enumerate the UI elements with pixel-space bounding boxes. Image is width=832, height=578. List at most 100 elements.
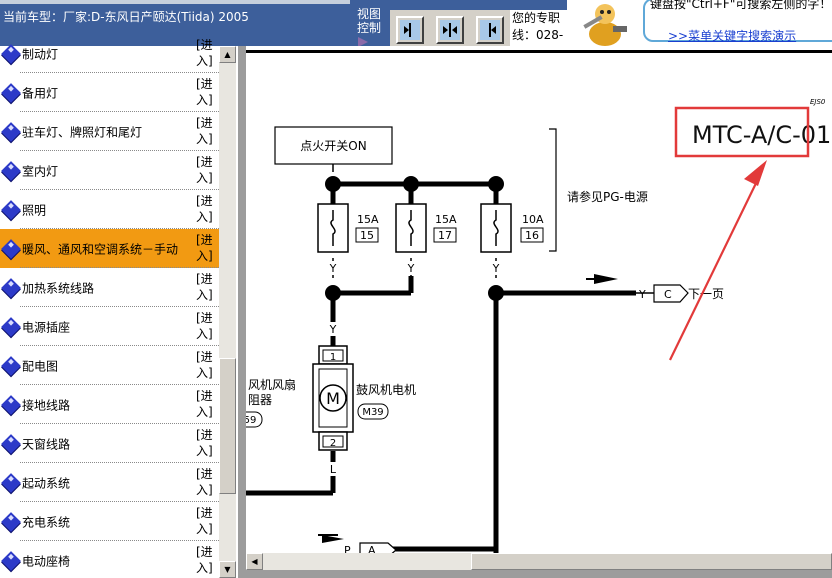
nav-item-label: 驻车灯、牌照灯和尾灯 (22, 125, 143, 139)
nav-item-label: 照明 (22, 203, 47, 217)
view-left-button[interactable] (396, 16, 424, 44)
view-right-button[interactable] (476, 16, 504, 44)
fuse-16 (480, 203, 512, 253)
wire-y-label-1: Y (329, 262, 337, 275)
current-vehicle-label: 当前车型：厂家:D-东风日产颐达(Tiida) 2005 (3, 10, 249, 24)
enter-link[interactable]: [进入] (196, 385, 218, 420)
diamond-bullet-icon (1, 160, 21, 181)
diamond-bullet-icon (1, 355, 21, 376)
horizontal-scroll-thumb[interactable] (471, 553, 832, 570)
nav-item[interactable]: 充电系统 [进入] (0, 502, 219, 541)
nav-item-label: 备用灯 (22, 86, 59, 100)
nav-item[interactable]: 暖风、通风和空调系统－手动 [进入] (0, 229, 219, 268)
search-demo-link[interactable]: >>菜单关键字搜索演示 (668, 27, 796, 44)
view-split-button[interactable] (436, 16, 464, 44)
diamond-bullet-icon (1, 121, 21, 142)
wire-y-label-5: Y (638, 288, 646, 301)
enter-link[interactable]: [进入] (196, 307, 218, 342)
view-control-label: 视图控制 (357, 7, 382, 35)
blower-motor-label: 鼓风机电机 (356, 383, 416, 397)
next-page-label: 下一页 (688, 287, 724, 301)
title-strip (0, 0, 350, 4)
enter-link[interactable]: [进入] (196, 229, 218, 264)
annotation-arrow-head (744, 160, 767, 186)
diamond-bullet-icon (1, 199, 21, 220)
nav-item-label: 电源插座 (22, 320, 71, 334)
blower-motor-code: M39 (362, 407, 383, 418)
nav-item[interactable]: 加热系统线路 [进入] (0, 268, 219, 307)
nav-item-label: 起动系统 (22, 476, 71, 490)
nav-item[interactable]: 电动座椅 [进入] (0, 541, 219, 578)
enter-link[interactable]: [进入] (196, 268, 218, 303)
arrow-right-bar-icon (404, 23, 411, 37)
nav-item-label: 加热系统线路 (22, 281, 95, 295)
fuse-2-num: 17 (438, 229, 452, 242)
ignition-label: 点火开关ON (300, 139, 366, 153)
annotation-arrow (669, 174, 761, 361)
wiring-diagram: 点火开关ON 请参见PG-电源 15A 15 15A 17 10A 16 Y Y… (246, 50, 832, 578)
scroll-left-arrow[interactable]: ◀ (246, 553, 263, 570)
enter-link[interactable]: [进入] (196, 190, 218, 225)
bottom-frame (246, 570, 832, 578)
scroll-up-arrow[interactable]: ▲ (219, 46, 236, 63)
enter-link[interactable]: [进入] (196, 73, 218, 108)
nav-item-label: 天窗线路 (22, 437, 71, 451)
diamond-bullet-icon (1, 394, 21, 415)
enter-link[interactable]: [进入] (196, 424, 218, 459)
nav-item[interactable]: 电源插座 [进入] (0, 307, 219, 346)
nav-item[interactable]: 配电图 [进入] (0, 346, 219, 385)
category-scrollbar[interactable]: ▲ ▼ (219, 46, 236, 578)
enter-link[interactable]: [进入] (196, 541, 218, 576)
scroll-down-arrow[interactable]: ▼ (219, 561, 236, 578)
motor-symbol: M (326, 389, 340, 408)
diagram-corner-code: EJS0 (810, 98, 826, 106)
fan-resistor-label-2: 阻器 (248, 393, 272, 407)
fuse-17 (395, 203, 427, 253)
scroll-thumb[interactable] (219, 358, 236, 494)
nav-item-label: 充电系统 (22, 515, 71, 529)
diamond-bullet-icon (1, 511, 21, 532)
fan-resistor-label-1: 风机风扇 (248, 377, 296, 392)
diagram-horizontal-scrollbar[interactable]: ◀ (246, 553, 832, 570)
wire-bus (246, 181, 636, 578)
wire-l-label: L (330, 463, 337, 476)
diamond-bullet-icon (1, 472, 21, 493)
enter-link[interactable]: [进入] (196, 463, 218, 498)
app-window: 当前车型：厂家:D-东风日产颐达(Tiida) 2005 视图控制 您的专职 线… (0, 0, 832, 578)
enter-link[interactable]: [进入] (196, 112, 218, 147)
diagram-code: MTC-A/C-01 (692, 121, 831, 149)
panel-divider[interactable] (238, 46, 246, 578)
diamond-bullet-icon (1, 433, 21, 454)
nav-item[interactable]: 室内灯 [进入] (0, 151, 219, 190)
fuse-3-num: 16 (525, 229, 539, 242)
motor-pin-1: 1 (330, 352, 336, 363)
nav-item[interactable]: 驻车灯、牌照灯和尾灯 [进入] (0, 112, 219, 151)
nav-item[interactable]: 天窗线路 [进入] (0, 424, 219, 463)
fuse-1-num: 15 (360, 229, 374, 242)
connector-c-label: C (664, 288, 672, 301)
nav-item[interactable]: 备用灯 [进入] (0, 73, 219, 112)
enter-link[interactable]: [进入] (196, 34, 218, 69)
enter-link[interactable]: [进入] (196, 151, 218, 186)
category-panel: 制动灯 [进入] 备用灯 [进入] 驻车灯、牌照灯和尾灯 [进入] 室内灯 [进入] 照明 [进入… (0, 38, 238, 578)
arrow-left-bar-icon (489, 23, 496, 37)
fuse-3-amp: 10A (522, 213, 544, 226)
diamond-bullet-icon (1, 277, 21, 298)
mechanic-helper-icon (583, 4, 627, 46)
motor-pin-2: 2 (330, 438, 336, 449)
enter-link[interactable]: [进入] (196, 502, 218, 537)
search-tip-box: 键盘按"Ctrl+F"可搜索左侧的字！ >>菜单关键字搜索演示 (567, 0, 832, 46)
nav-item[interactable]: 接地线路 [进入] (0, 385, 219, 424)
fuse-2-amp: 15A (435, 213, 457, 226)
diamond-bullet-icon (1, 316, 21, 337)
nav-item[interactable]: 起动系统 [进入] (0, 463, 219, 502)
nav-item[interactable]: 制动灯 [进入] (0, 34, 219, 73)
power-ref-label: 请参见PG-电源 (567, 189, 648, 204)
nav-item-label: 接地线路 (22, 398, 71, 412)
top-rule (246, 50, 832, 53)
nav-item[interactable]: 照明 [进入] (0, 190, 219, 229)
enter-link[interactable]: [进入] (196, 346, 218, 381)
view-controls (390, 10, 510, 46)
flow-arrow-left-icon (322, 535, 344, 543)
diamond-bullet-icon (1, 82, 21, 103)
